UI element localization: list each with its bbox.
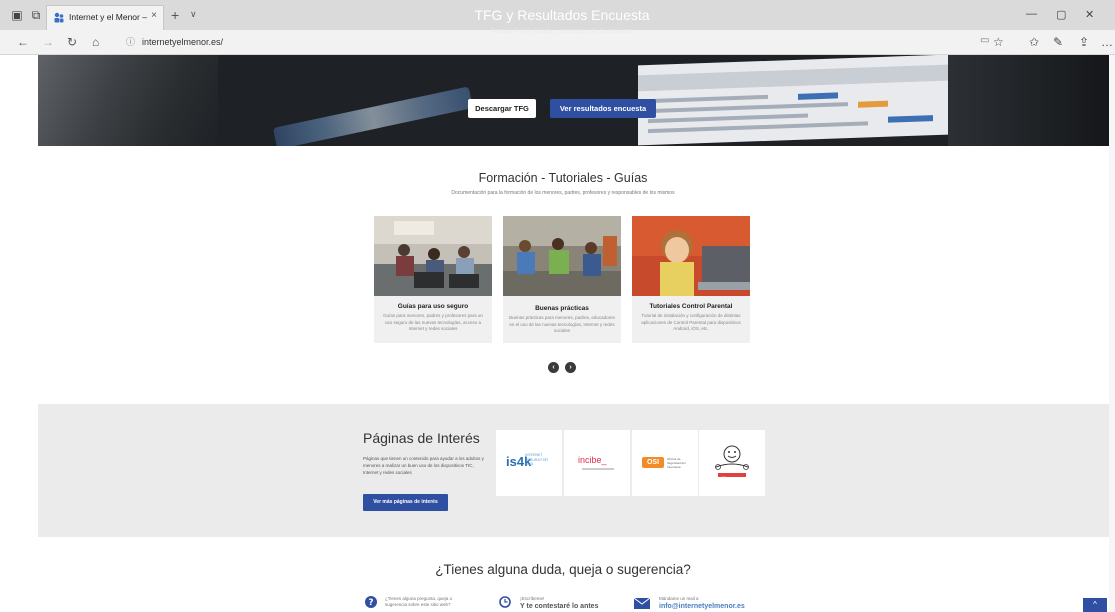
question-icon: ? bbox=[365, 596, 377, 608]
carousel-prev-button[interactable]: ‹ bbox=[548, 362, 559, 373]
url-text[interactable]: internetyelmenor.es/ bbox=[142, 37, 223, 47]
scroll-to-top-button[interactable]: ^ bbox=[1083, 598, 1107, 612]
info-icon[interactable]: ⓘ bbox=[126, 35, 135, 48]
card-title: Guías para uso seguro bbox=[397, 303, 469, 310]
tab-close-icon[interactable]: × bbox=[151, 10, 157, 21]
favorites-list-icon[interactable]: ✩ bbox=[1029, 35, 1039, 49]
minimize-icon[interactable]: — bbox=[1026, 8, 1037, 20]
hero-title: TFG y Resultados Encuesta bbox=[474, 7, 650, 23]
card-description: Tutorial de instalación y configuración … bbox=[641, 313, 741, 331]
logo-ciberayuda[interactable]: Ciberayuda bbox=[699, 430, 765, 496]
clock-icon bbox=[499, 596, 511, 608]
card-title: Buenas prácticas bbox=[535, 305, 589, 312]
more-icon[interactable]: … bbox=[1101, 35, 1113, 49]
dashboard-screen-image bbox=[638, 55, 948, 146]
card-title: Tutoriales Control Parental bbox=[649, 303, 733, 310]
formacion-title: Formación - Tutoriales - Guías bbox=[478, 171, 648, 185]
page-scrollbar[interactable] bbox=[1109, 55, 1115, 612]
interes-title: Páginas de Interés bbox=[363, 430, 480, 446]
logo-is4k[interactable]: is4k INTERNET SEGURA FOR KIDS bbox=[496, 430, 562, 496]
contact-title: ¿Tienes alguna duda, queja o sugerencia? bbox=[435, 562, 691, 577]
contact-mail-label: Mándame un mail a bbox=[659, 596, 699, 601]
home-icon[interactable]: ⌂ bbox=[92, 35, 99, 49]
smiley-icon bbox=[715, 445, 749, 477]
logo-osi-text: OSI bbox=[642, 457, 664, 468]
card-buenas-practicas[interactable]: Buenas prácticas Buenas prácticas para m… bbox=[503, 216, 621, 343]
mail-icon bbox=[634, 598, 650, 609]
share-icon[interactable]: ⇪ bbox=[1079, 35, 1089, 49]
card-description: Buenas prácticas para menores, padres, e… bbox=[509, 315, 615, 333]
back-icon[interactable]: ← bbox=[17, 35, 29, 49]
logo-osi[interactable]: OSI Oficina de Seguridad del Internauta bbox=[632, 430, 698, 496]
child-laptop-image bbox=[632, 216, 750, 296]
svg-text:?: ? bbox=[368, 598, 373, 608]
interes-description: Páginas que tienen un contenido para ayu… bbox=[363, 456, 484, 475]
card-guias[interactable]: Guías para uso seguro Guías para menores… bbox=[374, 216, 492, 343]
view-survey-results-button[interactable]: Ver resultados encuesta bbox=[550, 99, 656, 118]
tab-title: Internet y el Menor – Sit bbox=[69, 12, 147, 22]
maximize-icon[interactable]: ▢ bbox=[1056, 8, 1066, 21]
pen-icon[interactable]: ✎ bbox=[1053, 35, 1063, 49]
logo-ciberayuda-text: Ciberayuda bbox=[721, 477, 727, 478]
card-description: Guías para menores, padres y profesores … bbox=[383, 313, 483, 331]
refresh-icon[interactable]: ↻ bbox=[67, 35, 77, 49]
contact-email-link[interactable]: info@internetyelmenor.es bbox=[659, 603, 745, 610]
tab-menu-icon[interactable]: ∨ bbox=[190, 9, 197, 20]
card-control-parental[interactable]: Tutoriales Control Parental Tutorial de … bbox=[632, 216, 750, 343]
download-tfg-button[interactable]: Descargar TFG bbox=[468, 99, 536, 118]
forward-icon[interactable]: → bbox=[42, 35, 54, 49]
favorite-star-icon[interactable]: ☆ bbox=[993, 35, 1004, 49]
hero-background-image bbox=[38, 55, 218, 146]
hero-dark-edge bbox=[948, 55, 1115, 146]
browser-tab[interactable]: Internet y el Menor – Sit × bbox=[46, 5, 164, 30]
students-image bbox=[503, 216, 621, 296]
contact-question-text: ¿Tienes alguna pregunta, queja o sugeren… bbox=[385, 596, 453, 607]
more-interest-pages-button[interactable]: Ver más páginas de interés bbox=[363, 494, 448, 511]
formacion-subtitle: Documentación para la formación de los m… bbox=[451, 190, 675, 196]
hero-subtitle: Trabajo Fin de Grado y resultados de la … bbox=[490, 28, 634, 35]
carousel-next-button[interactable]: › bbox=[565, 362, 576, 373]
tab-preview-icon[interactable]: ▣ bbox=[10, 8, 24, 22]
new-tab-button[interactable]: + bbox=[171, 7, 179, 23]
logo-incibe[interactable]: incibe_ bbox=[564, 430, 630, 496]
contact-write-label: ¡Escríbeme! bbox=[520, 596, 545, 601]
laptop-dock-image bbox=[272, 86, 474, 146]
logo-is4k-side-text: INTERNET SEGURA FOR KIDS bbox=[525, 453, 548, 466]
address-bar[interactable]: ⓘ internetyelmenor.es/ ▭ bbox=[118, 33, 998, 51]
logo-incibe-tagline bbox=[582, 468, 614, 470]
site-favicon bbox=[54, 12, 64, 23]
close-icon[interactable]: ✕ bbox=[1085, 8, 1094, 21]
logo-incibe-text: incibe_ bbox=[578, 455, 607, 465]
logo-osi-side-text: Oficina de Seguridad del Internauta bbox=[667, 457, 686, 469]
classroom-image bbox=[374, 216, 492, 296]
tab-aside-icon[interactable]: ⧉ bbox=[29, 8, 43, 22]
contact-reply-text: Y te contestaré lo antes bbox=[520, 603, 599, 610]
reading-view-icon[interactable]: ▭ bbox=[980, 35, 989, 46]
